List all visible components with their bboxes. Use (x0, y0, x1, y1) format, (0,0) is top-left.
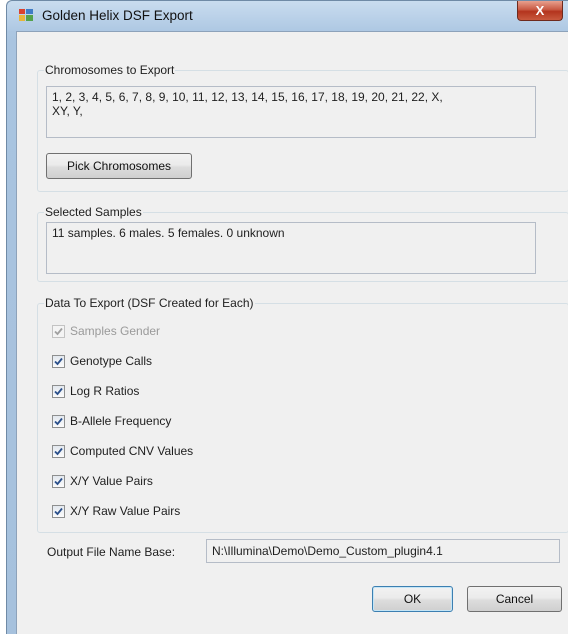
close-icon: X (535, 3, 545, 18)
xy-raw-value-pairs-label[interactable]: X/Y Raw Value Pairs (70, 504, 180, 518)
samples-gender-label: Samples Gender (70, 324, 161, 338)
chromosomes-list-line1: 1, 2, 3, 4, 5, 6, 7, 8, 9, 10, 11, 12, 1… (52, 90, 443, 104)
log-r-ratios-label[interactable]: Log R Ratios (70, 384, 139, 398)
xy-value-pairs-label[interactable]: X/Y Value Pairs (70, 474, 153, 488)
ok-button[interactable]: OK (372, 586, 453, 612)
data-export-group: Data To Export (DSF Created for Each) Sa… (37, 296, 568, 533)
computed-cnv-values-checkbox[interactable] (52, 444, 65, 458)
chromosomes-list-line2: XY, Y, (52, 104, 83, 118)
chromosomes-group: Chromosomes to Export 1, 2, 3, 4, 5, 6, … (37, 63, 568, 192)
window-title: Golden Helix DSF Export (42, 8, 193, 23)
xy-value-pairs-checkbox[interactable] (52, 474, 65, 488)
genotype-calls-checkbox[interactable] (52, 354, 65, 368)
checkbox-computed-cnv-values[interactable]: Computed CNV Values (52, 443, 193, 459)
window-app-icon[interactable] (19, 9, 33, 21)
b-allele-frequency-label[interactable]: B-Allele Frequency (70, 414, 171, 428)
data-export-group-label: Data To Export (DSF Created for Each) (44, 296, 255, 310)
selected-samples-group: Selected Samples 11 samples. 6 males. 5 … (37, 205, 568, 282)
xy-raw-value-pairs-checkbox[interactable] (52, 504, 65, 518)
output-file-name-field[interactable]: N:\Illumina\Demo\Demo_Custom_plugin4.1 (206, 539, 560, 563)
checkbox-samples-gender: Samples Gender (52, 323, 160, 339)
computed-cnv-values-label[interactable]: Computed CNV Values (70, 444, 193, 458)
samples-summary: 11 samples. 6 males. 5 females. 0 unknow… (46, 222, 536, 274)
export-dialog: Golden Helix DSF Export X Chromosomes to… (6, 0, 568, 634)
title-bar[interactable]: Golden Helix DSF Export X (7, 1, 568, 31)
checkbox-genotype-calls[interactable]: Genotype Calls (52, 353, 152, 369)
checkbox-xy-value-pairs[interactable]: X/Y Value Pairs (52, 473, 153, 489)
samples-gender-checkbox (52, 324, 65, 338)
checkbox-b-allele-frequency[interactable]: B-Allele Frequency (52, 413, 171, 429)
pick-chromosomes-button[interactable]: Pick Chromosomes (46, 153, 192, 179)
close-button[interactable]: X (517, 1, 563, 21)
selected-samples-group-label: Selected Samples (44, 205, 143, 219)
log-r-ratios-checkbox[interactable] (52, 384, 65, 398)
checkbox-log-r-ratios[interactable]: Log R Ratios (52, 383, 139, 399)
dialog-body: Chromosomes to Export 1, 2, 3, 4, 5, 6, … (16, 31, 568, 634)
output-file-name-label: Output File Name Base: (47, 545, 176, 559)
chromosomes-group-label: Chromosomes to Export (44, 63, 176, 77)
chromosomes-list: 1, 2, 3, 4, 5, 6, 7, 8, 9, 10, 11, 12, 1… (46, 86, 536, 138)
genotype-calls-label[interactable]: Genotype Calls (70, 354, 152, 368)
cancel-button[interactable]: Cancel (467, 586, 562, 612)
checkbox-xy-raw-value-pairs[interactable]: X/Y Raw Value Pairs (52, 503, 180, 519)
b-allele-frequency-checkbox[interactable] (52, 414, 65, 428)
